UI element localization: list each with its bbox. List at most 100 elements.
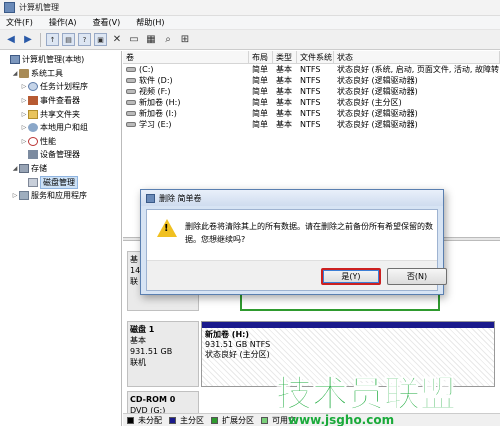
tools-icon <box>19 68 29 78</box>
properties-icon[interactable]: ▣ <box>94 33 107 46</box>
volume-cell-type: 基本 <box>276 109 292 118</box>
volume-cell-fs: NTFS <box>300 120 321 129</box>
export-icon[interactable]: ▦ <box>144 33 158 47</box>
legend-label: 扩展分区 <box>222 415 254 425</box>
tree-node[interactable]: ▷ 事件查看器 <box>0 94 121 108</box>
partition-h-body: 新加卷 (H:) 931.51 GB NTFS 状态良好 (主分区) <box>202 328 494 386</box>
volume-row[interactable]: 视频 (F:) 简单 基本 NTFS 状态良好 (逻辑驱动器) <box>123 86 500 97</box>
tree-node[interactable]: ▷ 任务计划程序 <box>0 80 121 94</box>
users-icon <box>28 123 38 133</box>
volume-row[interactable]: (C:) 简单 基本 NTFS 状态良好 (系统, 启动, 页面文件, 活动, 故障转 <box>123 64 500 75</box>
help-icon[interactable]: ? <box>78 33 91 46</box>
zoom-icon[interactable]: ⊞ <box>178 33 192 47</box>
volume-list-header: 卷 布局 类型 文件系统 状态 <box>123 51 500 64</box>
volume-name: 新加卷 (H:) <box>139 98 181 107</box>
expand-toggle-icon[interactable]: ▷ <box>20 97 28 104</box>
dialog-button-bar: 是(Y) 否(N) <box>147 260 447 290</box>
volume-row[interactable]: 软件 (D:) 简单 基本 NTFS 状态良好 (逻辑驱动器) <box>123 75 500 86</box>
disk-1-state: 联机 <box>130 358 146 367</box>
volume-cell-layout: 简单 <box>252 98 268 107</box>
volume-drive-icon <box>126 100 136 105</box>
cdrom-name: CD-ROM 0 <box>130 395 176 404</box>
volume-cell-type: 基本 <box>276 98 292 107</box>
volume-row[interactable]: 学习 (E:) 简单 基本 NTFS 状态良好 (逻辑驱动器) <box>123 119 500 130</box>
window-title: 计算机管理 <box>19 3 59 12</box>
column-layout[interactable]: 布局 <box>249 51 273 63</box>
tree-node[interactable]: 计算机管理(本地) <box>0 53 121 67</box>
expand-toggle-icon[interactable]: ▷ <box>20 138 28 145</box>
volume-cell-type: 基本 <box>276 120 292 129</box>
tree-node-label: 本地用户和组 <box>40 123 88 133</box>
tree-node[interactable]: ◢ 系统工具 <box>0 67 121 81</box>
volume-row[interactable]: 新加卷 (I:) 简单 基本 NTFS 状态良好 (逻辑驱动器) <box>123 108 500 119</box>
disk-management-icon <box>28 177 38 187</box>
open-icon[interactable]: ▭ <box>127 33 141 47</box>
event-log-icon <box>28 96 38 106</box>
column-filesystem[interactable]: 文件系统 <box>297 51 334 63</box>
disk-1-info[interactable]: 磁盘 1 基本 931.51 GB 联机 <box>127 321 199 387</box>
delete-volume-dialog: 删除 简单卷 ! 删除此卷将清除其上的所有数据。请在删除之前备份所有希望保留的数… <box>140 189 447 295</box>
expand-toggle-icon[interactable]: ▷ <box>11 192 19 199</box>
computer-management-icon <box>4 2 15 13</box>
services-icon <box>19 191 29 201</box>
menu-view[interactable]: 查看(V) <box>93 17 121 28</box>
tree-node[interactable]: ▷ 服务和应用程序 <box>0 189 121 203</box>
tree-node-label: 系统工具 <box>31 68 63 78</box>
up-folder-icon[interactable]: ↑ <box>46 33 59 46</box>
search-icon[interactable]: ⌕ <box>161 33 175 47</box>
tree-node[interactable]: 磁盘管理 <box>0 175 121 189</box>
legend-label: 未分配 <box>138 415 162 425</box>
dialog-title-bar: 删除 简单卷 <box>141 190 443 206</box>
expand-toggle-icon[interactable]: ▷ <box>20 111 28 118</box>
delete-icon[interactable]: ✕ <box>110 33 124 47</box>
performance-icon <box>28 136 38 146</box>
expand-toggle-icon[interactable]: ◢ <box>11 165 19 172</box>
menu-file[interactable]: 文件(F) <box>6 17 33 28</box>
cdrom-row: CD-ROM 0 DVD (G:) <box>127 391 495 415</box>
volume-drive-icon <box>126 89 136 94</box>
column-type[interactable]: 类型 <box>273 51 297 63</box>
volume-name: 学习 (E:) <box>139 120 172 129</box>
disk-1-type: 基本 <box>130 336 146 345</box>
tree-node[interactable]: ▷ 共享文件夹 <box>0 107 121 121</box>
volume-cell-fs: NTFS <box>300 98 321 107</box>
legend-swatch <box>261 416 268 424</box>
partition-h-status: 状态良好 (主分区) <box>205 350 270 359</box>
menu-action[interactable]: 操作(A) <box>49 17 77 28</box>
expand-toggle-icon[interactable]: ▷ <box>20 124 28 131</box>
column-status[interactable]: 状态 <box>334 51 500 63</box>
volume-row[interactable]: 新加卷 (H:) 简单 基本 NTFS 状态良好 (主分区) <box>123 97 500 108</box>
volume-cell-fs: NTFS <box>300 65 321 74</box>
navigation-tree: 计算机管理(本地) ◢ 系统工具 ▷ 任务计划程序 ▷ 事件查看器 ▷ 共享文件夹 ▷ 本地用户和组… <box>0 51 122 426</box>
volume-drive-icon <box>126 111 136 116</box>
volume-cell-type: 基本 <box>276 65 292 74</box>
partition-h-size: 931.51 GB NTFS <box>205 340 271 349</box>
tree-node-label: 存储 <box>31 164 47 174</box>
partition-h[interactable]: 新加卷 (H:) 931.51 GB NTFS 状态良好 (主分区) <box>201 321 495 387</box>
column-volume[interactable]: 卷 <box>123 51 249 63</box>
cdrom-info[interactable]: CD-ROM 0 DVD (G:) <box>127 391 199 415</box>
volume-cell-layout: 简单 <box>252 109 268 118</box>
forward-arrow-icon[interactable]: ▶ <box>21 33 35 47</box>
toolbar-separator <box>40 32 41 47</box>
legend-swatch <box>169 416 176 424</box>
volume-cell-status: 状态良好 (逻辑驱动器) <box>337 109 418 118</box>
volume-drive-icon <box>126 122 136 127</box>
menu-help[interactable]: 帮助(H) <box>136 17 164 28</box>
tree-node[interactable]: ▷ 本地用户和组 <box>0 121 121 135</box>
back-arrow-icon[interactable]: ◀ <box>4 33 18 47</box>
yes-button[interactable]: 是(Y) <box>321 268 381 285</box>
tree-node-label: 共享文件夹 <box>40 109 80 119</box>
tree-node[interactable]: ◢ 存储 <box>0 162 121 176</box>
legend-label: 主分区 <box>180 415 204 425</box>
expand-toggle-icon[interactable]: ◢ <box>11 70 19 77</box>
no-button[interactable]: 否(N) <box>387 268 447 285</box>
show-hide-tree-icon[interactable]: ▤ <box>62 33 75 46</box>
tree-node[interactable]: 设备管理器 <box>0 148 121 162</box>
tree-node-label: 服务和应用程序 <box>31 191 87 201</box>
volume-cell-fs: NTFS <box>300 76 321 85</box>
expand-toggle-icon[interactable]: ▷ <box>20 83 28 90</box>
dialog-title: 删除 简单卷 <box>159 193 202 203</box>
tree-node[interactable]: ▷ 性能 <box>0 135 121 149</box>
volume-cell-fs: NTFS <box>300 109 321 118</box>
